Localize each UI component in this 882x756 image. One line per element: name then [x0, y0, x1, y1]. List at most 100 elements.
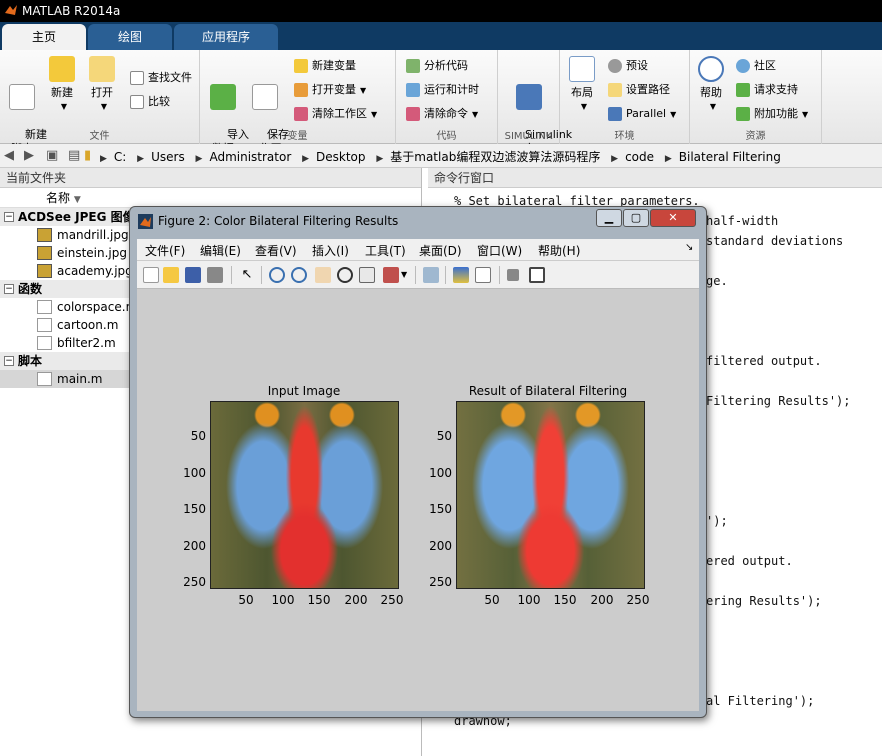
resources-group: 帮助 ▼ 社区 请求支持 附加功能 ▼ 资源	[690, 50, 822, 144]
new-button[interactable]: 新建 ▼	[44, 56, 80, 114]
menu-tools[interactable]: 工具(T)	[365, 242, 406, 259]
zoom-in-icon[interactable]	[269, 267, 285, 283]
filtered-image	[456, 401, 645, 589]
tab-home[interactable]: 主页	[2, 24, 86, 50]
new-script-icon	[9, 84, 35, 110]
legend-icon[interactable]	[475, 267, 491, 283]
figure-plot-area: Input Image Result of Bilateral Filterin…	[137, 289, 699, 711]
layout-button[interactable]: 布局 ▼	[566, 56, 598, 114]
show-plot-tools-icon[interactable]	[529, 267, 545, 283]
name-column-header[interactable]: 名称 ▼	[0, 188, 421, 208]
simulink-library-icon	[516, 84, 542, 110]
new-variable-icon	[294, 59, 308, 73]
back-arrow-icon[interactable]: ◀	[4, 148, 14, 163]
run-and-time-icon	[406, 83, 420, 97]
y-tick-label: 50	[436, 429, 452, 443]
app-title-bar: MATLAB R2014a	[0, 0, 882, 22]
community-button[interactable]: 社区	[734, 56, 776, 76]
menu-file[interactable]: 文件(F)	[145, 242, 185, 259]
pointer-icon[interactable]: ↖	[239, 267, 255, 283]
up-folder-icon[interactable]: ▣	[46, 148, 58, 163]
brush-dropdown-icon[interactable]: ▼	[401, 270, 407, 279]
dock-arrow-icon[interactable]: ↘	[685, 242, 693, 253]
menu-desktop[interactable]: 桌面(D)	[419, 242, 462, 259]
menu-edit[interactable]: 编辑(E)	[200, 242, 241, 259]
right-axes-title: Result of Bilateral Filtering	[468, 384, 628, 398]
brush-icon[interactable]	[383, 267, 399, 283]
crumb-users[interactable]: Users	[151, 150, 185, 164]
save-icon[interactable]	[185, 267, 201, 283]
data-cursor-icon[interactable]	[359, 267, 375, 283]
x-tick-label: 100	[271, 593, 295, 607]
crumb-drive[interactable]: C:	[114, 150, 126, 164]
collapse-icon[interactable]: −	[4, 356, 14, 366]
forward-arrow-icon[interactable]: ▶	[24, 148, 34, 163]
simulink-group: Simulink 库 SIMULINK	[498, 50, 572, 155]
new-figure-icon[interactable]	[143, 267, 159, 283]
pan-hand-icon[interactable]	[315, 267, 331, 283]
help-button[interactable]: 帮助 ▼	[696, 56, 726, 114]
preferences-button[interactable]: 预设	[606, 56, 648, 76]
maximize-button[interactable]: ▢	[623, 209, 649, 227]
tab-plots[interactable]: 绘图	[88, 24, 172, 50]
minimize-button[interactable]: ▁	[596, 209, 622, 227]
crumb-project[interactable]: 基于matlab编程双边滤波算法源码程序	[390, 150, 600, 164]
menu-help[interactable]: 帮助(H)	[538, 242, 580, 259]
rotate-3d-icon[interactable]	[337, 267, 353, 283]
y-tick-label: 150	[429, 502, 452, 516]
menu-window[interactable]: 窗口(W)	[477, 242, 522, 259]
collapse-icon[interactable]: −	[4, 284, 14, 294]
zoom-out-icon[interactable]	[291, 267, 307, 283]
toolbar-separator	[231, 266, 232, 284]
print-icon[interactable]	[207, 267, 223, 283]
menu-insert[interactable]: 插入(I)	[312, 242, 349, 259]
new-variable-button[interactable]: 新建变量	[292, 56, 356, 76]
y-tick-label: 150	[183, 502, 206, 516]
folder-path-icon	[608, 83, 622, 97]
tab-apps[interactable]: 应用程序	[174, 24, 278, 50]
clear-workspace-icon	[294, 107, 308, 121]
input-image	[210, 401, 399, 589]
browse-folder-icon[interactable]: ▤	[68, 148, 80, 163]
clear-commands-button[interactable]: 清除命令 ▼	[404, 104, 478, 124]
run-and-time-button[interactable]: 运行和计时	[404, 80, 479, 100]
menu-view[interactable]: 查看(V)	[255, 242, 297, 259]
m-file-icon	[37, 372, 52, 386]
left-axes-title: Input Image	[267, 384, 341, 398]
crumb-code[interactable]: code	[625, 150, 654, 164]
parallel-button[interactable]: Parallel ▼	[606, 104, 676, 124]
open-button[interactable]: 打开 ▼	[84, 56, 120, 114]
command-line: al Filtering');	[706, 694, 815, 708]
x-tick-label: 50	[238, 593, 254, 607]
folder-icon: ▮	[84, 148, 92, 163]
resources-group-label: 资源	[745, 131, 766, 142]
file-group: 新建 脚本 新建▼ 打开▼ 查找文件 比较 文件	[0, 50, 200, 155]
variable-group: 导入 数据 保存 工作区 新建变量 打开变量▼ 清除工作区▼ 变量	[200, 50, 396, 155]
crumb-bilateral-filtering[interactable]: Bilateral Filtering	[679, 150, 781, 164]
community-icon	[736, 59, 750, 73]
find-files-button[interactable]: 查找文件	[128, 68, 192, 88]
collapse-icon[interactable]: −	[4, 212, 14, 222]
clear-workspace-button[interactable]: 清除工作区 ▼	[292, 104, 377, 124]
hide-plot-tools-icon[interactable]	[507, 269, 519, 281]
set-path-button[interactable]: 设置路径	[606, 80, 670, 100]
jpeg-file-icon	[37, 264, 52, 278]
open-file-icon[interactable]	[163, 267, 179, 283]
request-support-button[interactable]: 请求支持	[734, 80, 798, 100]
open-variable-icon	[294, 83, 308, 97]
command-line: ered output.	[706, 554, 793, 568]
close-button[interactable]: ✕	[650, 209, 696, 227]
link-plot-icon[interactable]	[423, 267, 439, 283]
crumb-administrator[interactable]: Administrator	[209, 150, 291, 164]
analyze-code-button[interactable]: 分析代码	[404, 56, 468, 76]
colorbar-icon[interactable]	[453, 267, 469, 283]
figure-window[interactable]: Figure 2: Color Bilateral Filtering Resu…	[129, 206, 707, 718]
compare-button[interactable]: 比较	[128, 92, 170, 112]
help-icon	[698, 56, 724, 82]
open-variable-button[interactable]: 打开变量 ▼	[292, 80, 366, 100]
analyze-code-icon	[406, 59, 420, 73]
toolbar-separator	[499, 266, 500, 284]
crumb-desktop[interactable]: Desktop	[316, 150, 366, 164]
sort-caret-icon: ▼	[73, 195, 81, 205]
addons-button[interactable]: 附加功能 ▼	[734, 104, 808, 124]
